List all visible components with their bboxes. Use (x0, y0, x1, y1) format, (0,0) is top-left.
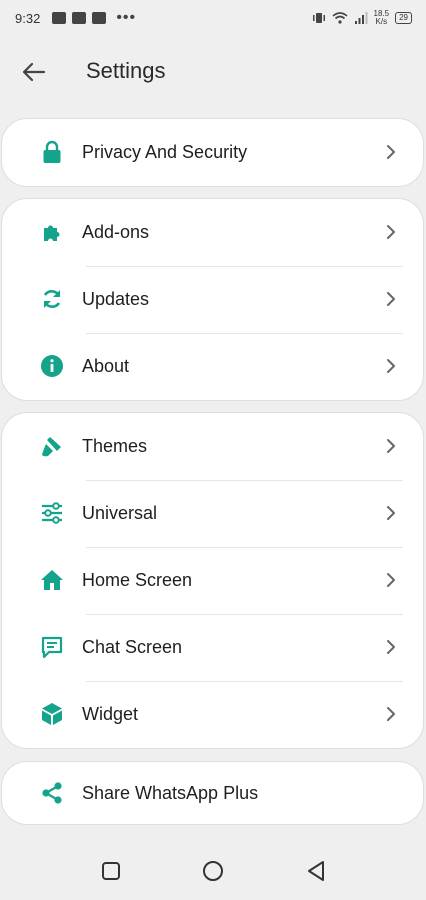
settings-item-about[interactable]: About (2, 333, 423, 400)
recent-apps-icon[interactable] (98, 858, 124, 884)
more-notifications-icon: ••• (116, 9, 137, 26)
settings-item-updates[interactable]: Updates (2, 266, 423, 333)
chevron-right-icon (387, 640, 395, 654)
home-icon (41, 570, 63, 590)
settings-item-chat-screen[interactable]: Chat Screen (2, 614, 423, 681)
settings-item-share[interactable]: Share WhatsApp Plus (2, 762, 423, 824)
share-icon (42, 782, 62, 804)
chevron-right-icon (387, 145, 395, 159)
settings-item-label: Widget (82, 704, 139, 724)
chevron-right-icon (387, 225, 395, 239)
chat-icon (41, 636, 63, 659)
chevron-right-icon (387, 359, 395, 373)
info-icon (41, 355, 63, 377)
settings-item-home-screen[interactable]: Home Screen (2, 547, 423, 614)
settings-item-label: Privacy And Security (82, 142, 248, 162)
puzzle-icon (44, 225, 60, 241)
settings-item-addons[interactable]: Add-ons (2, 199, 423, 266)
settings-item-label: Updates (82, 289, 150, 309)
settings-item-label: Themes (82, 436, 148, 456)
notification-youtube-icon (72, 12, 87, 24)
chevron-right-icon (387, 573, 395, 587)
app-bar: Settings (0, 48, 426, 96)
settings-item-themes[interactable]: Themes (2, 413, 423, 480)
settings-item-label: Home Screen (82, 570, 193, 590)
navigation-bar (0, 840, 426, 900)
status-time: 9:32 (15, 10, 41, 26)
settings-item-label: About (82, 356, 130, 376)
wifi-icon (331, 12, 348, 24)
home-button-icon[interactable] (200, 858, 226, 884)
settings-item-label: Add-ons (82, 222, 150, 242)
settings-group-share: Share WhatsApp Plus (1, 761, 424, 825)
vibrate-icon (312, 13, 325, 23)
sliders-icon (42, 502, 62, 524)
chevron-right-icon (387, 292, 395, 306)
settings-item-universal[interactable]: Universal (2, 480, 423, 547)
chevron-right-icon (387, 439, 395, 453)
settings-group-appearance: Themes Universal Home Screen Chat Screen… (1, 412, 424, 749)
cube-icon (42, 703, 62, 725)
battery-indicator: 29 (395, 12, 412, 24)
chevron-right-icon (387, 506, 395, 520)
settings-item-privacy[interactable]: Privacy And Security (2, 119, 423, 186)
speed-unit: K/s (375, 17, 388, 26)
lock-icon (43, 140, 61, 163)
settings-item-label: Share WhatsApp Plus (82, 782, 259, 803)
signal-icon (354, 12, 368, 24)
settings-group-general: Add-ons Updates About (1, 198, 424, 401)
brush-icon (42, 437, 61, 457)
status-bar: 9:32 ••• 18.5 K/s 29 (0, 0, 426, 36)
network-speed: 18.5 K/s (374, 10, 390, 26)
settings-group-privacy: Privacy And Security (1, 118, 424, 187)
back-arrow-icon[interactable] (20, 60, 48, 84)
settings-item-widget[interactable]: Widget (2, 681, 423, 748)
chevron-right-icon (387, 707, 395, 721)
back-button-icon[interactable] (303, 858, 329, 884)
notification-news-icon (52, 12, 67, 24)
refresh-icon (43, 290, 61, 308)
settings-item-label: Universal (82, 503, 158, 523)
page-title: Settings (86, 58, 166, 83)
settings-item-label: Chat Screen (82, 637, 183, 657)
notification-game-icon (92, 12, 107, 24)
